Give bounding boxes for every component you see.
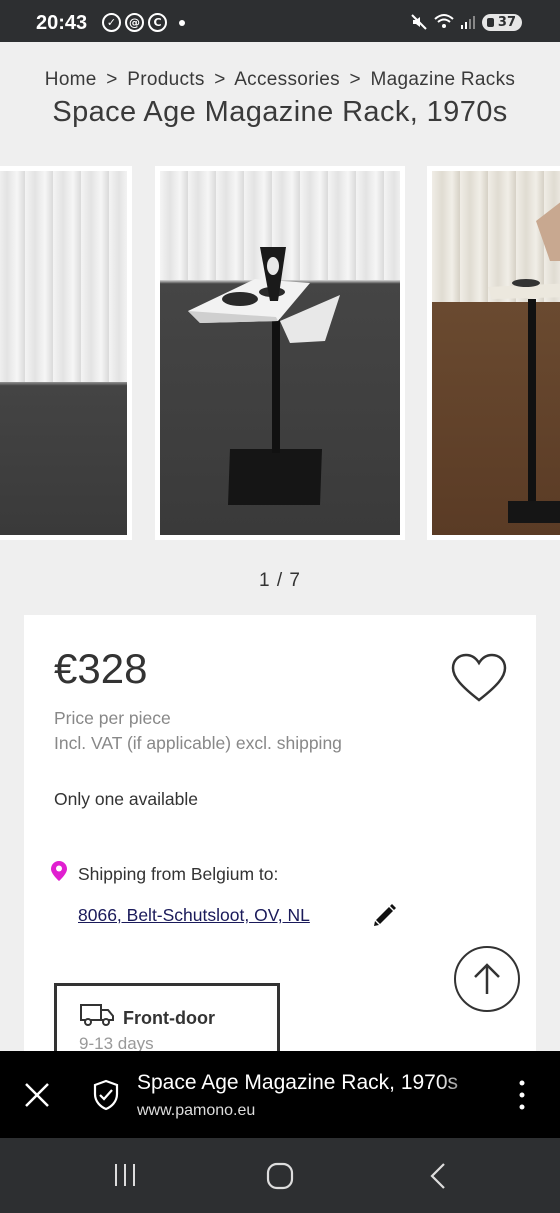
wishlist-heart-icon[interactable] [451,653,507,705]
status-bar: 20:43 ✓ @ C 37 [0,0,560,42]
close-icon[interactable] [23,1081,51,1109]
shipping-destination-link[interactable]: 8066, Belt-Schutsloot, OV, NL [78,905,310,926]
gallery-image-next[interactable] [427,166,560,540]
pencil-edit-icon[interactable] [372,902,398,928]
scroll-to-top-button[interactable] [454,946,520,1012]
gallery-image-current[interactable] [155,166,405,540]
breadcrumb-separator: > [214,69,226,90]
availability-text: Only one available [54,789,198,809]
location-pin-icon [51,861,67,881]
product-price: €328 [54,645,148,692]
signal-icon [460,16,475,29]
browser-bottom-bar: Space Age Magazine Rack, 1970s www.pamon… [0,1051,560,1138]
vat-note: Incl. VAT (if applicable) excl. shipping [54,733,342,753]
mute-icon [411,14,427,30]
truck-icon [80,1004,114,1026]
price-note: Price per piece [54,708,171,728]
at-circle-icon: @ [125,13,144,32]
page-title: Space Age Magazine Rack, 1970s [52,96,508,128]
browser-page-title: Space Age Magazine Rack, 1970s [137,1071,459,1094]
back-icon[interactable] [428,1162,448,1190]
status-time: 20:43 [36,12,88,34]
battery-icon: 37 [481,13,522,31]
shield-check-icon[interactable] [92,1079,120,1111]
gallery-image-previous[interactable] [0,166,132,540]
product-image-carousel[interactable] [0,166,560,540]
home-icon[interactable] [266,1162,294,1190]
breadcrumb-home[interactable]: Home [45,69,97,90]
wifi-icon [434,14,454,28]
breadcrumb-magazine-racks[interactable]: Magazine Racks [371,69,516,90]
check-circle-icon: ✓ [102,13,121,32]
notification-dot-icon [179,19,185,26]
breadcrumb-accessories[interactable]: Accessories [234,69,340,90]
delivery-option-title: Front-door [123,1008,215,1028]
magazine-rack-image [488,202,560,523]
breadcrumb-products[interactable]: Products [127,69,204,90]
breadcrumb: Home > Products > Accessories > Magazine… [0,69,560,91]
status-icons-right: 37 [410,13,522,31]
recent-apps-icon[interactable] [112,1162,138,1188]
breadcrumb-separator: > [349,69,361,90]
browser-page-url: www.pamono.eu [137,1102,256,1119]
arrow-up-icon [474,963,500,994]
system-navigation-bar [0,1138,560,1213]
c-circle-icon: C [148,13,167,32]
product-info-card: €328 Price per piece Incl. VAT (if appli… [24,615,536,1063]
shipping-from-label: Shipping from Belgium to: [78,864,279,884]
gallery-pager: 1 / 7 [259,570,301,591]
breadcrumb-separator: > [106,69,118,90]
status-icons-left: ✓ @ C [102,13,185,32]
more-options-icon[interactable] [518,1079,526,1111]
magazine-rack-image [188,247,340,505]
